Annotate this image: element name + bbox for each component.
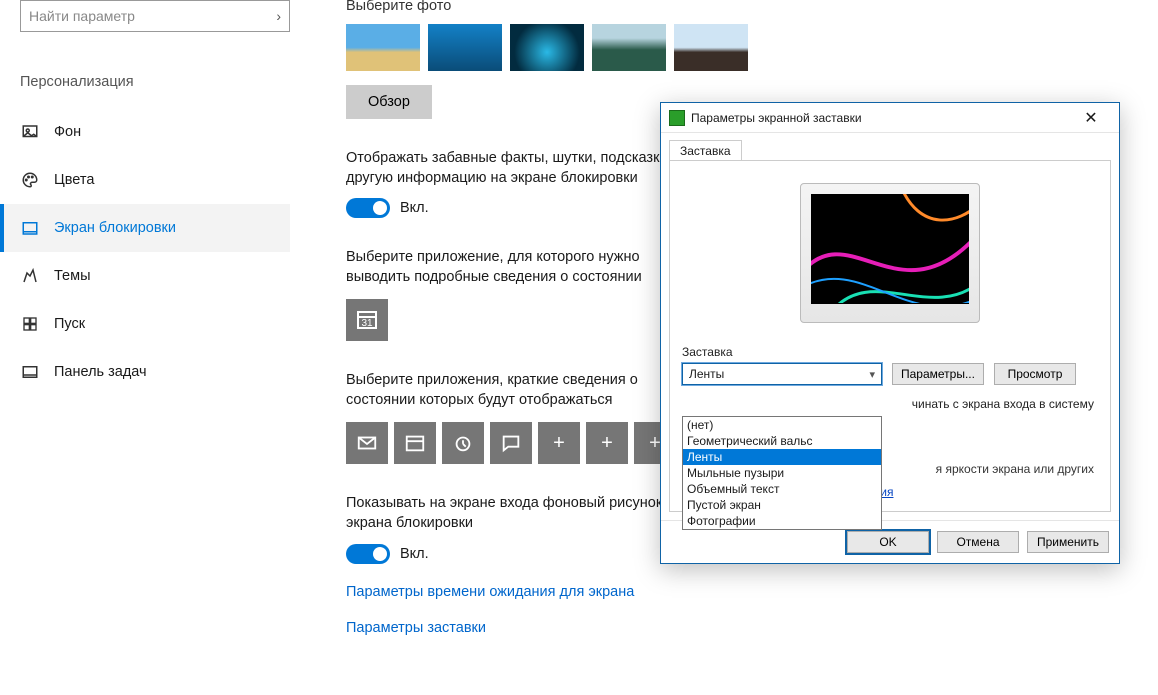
power-desc-partial: я яркости экрана или других <box>936 462 1094 476</box>
app-icon <box>669 110 685 126</box>
picture-icon <box>20 122 40 142</box>
sidebar-item-label: Экран блокировки <box>54 220 176 236</box>
photo-thumb[interactable] <box>674 24 748 71</box>
screensaver-params-button[interactable]: Параметры... <box>892 363 984 385</box>
show-bg-toggle[interactable] <box>346 544 390 564</box>
photo-thumb[interactable] <box>592 24 666 71</box>
screensaver-preview <box>800 183 980 323</box>
sidebar-section-title: Персонализация <box>20 74 290 90</box>
dropdown-option-selected[interactable]: Ленты <box>683 449 881 465</box>
chevron-down-icon: ▾ <box>869 368 875 381</box>
dialog-title: Параметры экранной заставки <box>691 111 862 125</box>
screensaver-preview-button[interactable]: Просмотр <box>994 363 1076 385</box>
dropdown-option[interactable]: (нет) <box>683 417 881 433</box>
fun-facts-toggle[interactable] <box>346 198 390 218</box>
tab-screensaver[interactable]: Заставка <box>669 140 742 161</box>
taskbar-icon <box>20 362 40 382</box>
sidebar-item-start[interactable]: Пуск <box>0 300 290 348</box>
dropdown-option[interactable]: Геометрический вальс <box>683 433 881 449</box>
cancel-button[interactable]: Отмена <box>937 531 1019 553</box>
screensaver-combobox[interactable]: Ленты ▾ <box>682 363 882 385</box>
sidebar-item-taskbar[interactable]: Панель задач <box>0 348 290 396</box>
detailed-app-label: Выберите приложение, для которого нужно … <box>346 248 676 287</box>
quick-app-tile-mail[interactable] <box>346 422 388 464</box>
lockscreen-icon <box>20 218 40 238</box>
dropdown-option[interactable]: Мыльные пузыри <box>683 465 881 481</box>
sidebar-item-label: Пуск <box>54 316 85 332</box>
screensaver-link[interactable]: Параметры заставки <box>346 620 1138 636</box>
show-bg-label: Показывать на экране входа фоновый рисун… <box>346 494 686 533</box>
search-placeholder: Найти параметр <box>29 8 135 24</box>
dropdown-option[interactable]: Объемный текст <box>683 481 881 497</box>
wait-text-partial: чинать с экрана входа в систему <box>912 397 1094 411</box>
toggle-label: Вкл. <box>400 546 429 562</box>
sidebar-item-themes[interactable]: Темы <box>0 252 290 300</box>
search-input[interactable]: Найти параметр › <box>20 0 290 32</box>
dropdown-option[interactable]: Фотографии <box>683 513 881 529</box>
quick-app-add[interactable]: + <box>586 422 628 464</box>
sidebar-item-label: Цвета <box>54 172 94 188</box>
photo-thumb[interactable] <box>510 24 584 71</box>
photo-thumb[interactable] <box>428 24 502 71</box>
start-icon <box>20 314 40 334</box>
sidebar-item-background[interactable]: Фон <box>0 108 290 156</box>
dropdown-option[interactable]: Пустой экран <box>683 497 881 513</box>
screensaver-dialog: Параметры экранной заставки ✕ Заставка З… <box>660 102 1120 564</box>
quick-app-tile-messaging[interactable] <box>490 422 532 464</box>
toggle-label: Вкл. <box>400 200 429 216</box>
sidebar-item-label: Панель задач <box>54 364 147 380</box>
combobox-value: Ленты <box>689 367 724 381</box>
quick-app-add[interactable]: + <box>538 422 580 464</box>
detailed-app-tile[interactable]: 31 <box>346 299 388 341</box>
fun-facts-label: Отображать забавные факты, шутки, подска… <box>346 149 686 188</box>
browse-button[interactable]: Обзор <box>346 85 432 119</box>
quick-apps-label: Выберите приложения, краткие сведения о … <box>346 371 686 410</box>
palette-icon <box>20 170 40 190</box>
quick-app-tile-alarm[interactable] <box>442 422 484 464</box>
timeout-link[interactable]: Параметры времени ожидания для экрана <box>346 584 1138 600</box>
ok-button[interactable]: OK <box>847 531 929 553</box>
sidebar-item-label: Фон <box>54 124 81 140</box>
svg-text:31: 31 <box>361 318 373 329</box>
screensaver-group-label: Заставка <box>682 345 1098 359</box>
close-button[interactable]: ✕ <box>1071 108 1111 128</box>
apply-button[interactable]: Применить <box>1027 531 1109 553</box>
sidebar-item-label: Темы <box>54 268 91 284</box>
themes-icon <box>20 266 40 286</box>
screensaver-dropdown[interactable]: (нет) Геометрический вальс Ленты Мыльные… <box>682 416 882 530</box>
sidebar-item-colors[interactable]: Цвета <box>0 156 290 204</box>
photo-thumb[interactable] <box>346 24 420 71</box>
choose-photo-label: Выберите фото <box>346 0 1138 14</box>
search-go-icon: › <box>276 8 281 24</box>
quick-app-tile-calendar[interactable] <box>394 422 436 464</box>
sidebar-item-lockscreen[interactable]: Экран блокировки <box>0 204 290 252</box>
